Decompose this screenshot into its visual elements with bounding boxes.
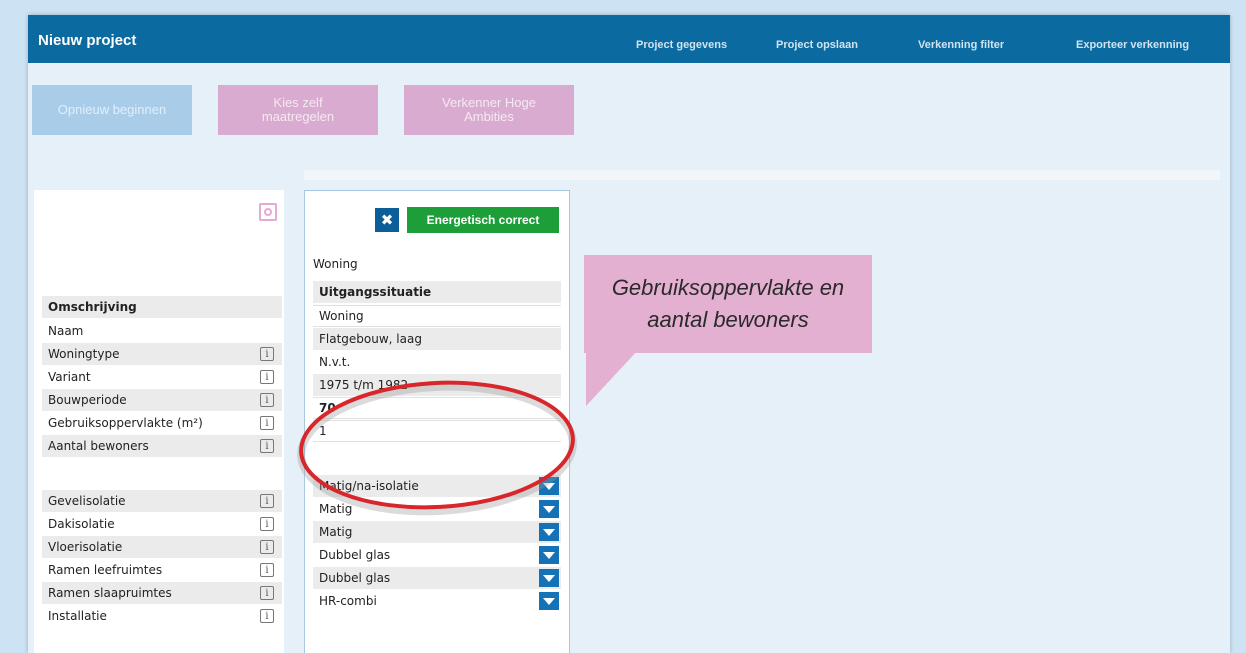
label-gevelisolatie: Gevelisolatie xyxy=(48,494,126,508)
status-badge[interactable]: Energetisch correct xyxy=(407,207,559,233)
label-ramen-slaapruimtes: Ramen slaapruimtes xyxy=(48,586,172,600)
info-icon[interactable]: i xyxy=(260,439,274,453)
label-row: Woningtype i xyxy=(42,343,282,365)
info-icon[interactable]: i xyxy=(260,517,274,531)
label-variant: Variant xyxy=(48,370,91,384)
info-icon[interactable]: i xyxy=(260,416,274,430)
select-value: Dubbel glas xyxy=(319,571,391,585)
label-row: Gevelisolatie i xyxy=(42,490,282,512)
window-title: Nieuw project xyxy=(38,32,137,49)
label-naam: Naam xyxy=(48,324,84,338)
explorer-high-ambitions-button[interactable]: Verkenner Hoge Ambities xyxy=(404,85,574,135)
select-vloerisolatie[interactable]: Matig xyxy=(313,521,561,543)
select-ramen-leefruimtes[interactable]: Dubbel glas xyxy=(313,544,561,566)
chevron-down-icon[interactable] xyxy=(539,523,559,541)
nav-project-opslaan[interactable]: Project opslaan xyxy=(776,39,858,51)
label-row: Ramen slaapruimtes i xyxy=(42,582,282,604)
select-ramen-slaapruimtes[interactable]: Dubbel glas xyxy=(313,567,561,589)
label-aantal-bewoners: Aantal bewoners xyxy=(48,439,149,453)
label-row: Vloerisolatie i xyxy=(42,536,282,558)
app-window: Nieuw project Project gegevens Project o… xyxy=(28,15,1230,653)
label-row: Bouwperiode i xyxy=(42,389,282,411)
close-icon[interactable]: ✖ xyxy=(375,208,399,232)
label-row: Naam xyxy=(42,320,282,342)
label-gebruiksoppervlakte: Gebruiksoppervlakte (m²) xyxy=(48,416,203,430)
info-icon[interactable]: i xyxy=(260,494,274,508)
label-bouwperiode: Bouwperiode xyxy=(48,393,127,407)
label-ramen-leefruimtes: Ramen leefruimtes xyxy=(48,563,163,577)
callout-text: Gebruiksoppervlakte en aantal bewoners xyxy=(611,275,845,332)
info-icon[interactable]: i xyxy=(260,347,274,361)
info-icon[interactable]: i xyxy=(260,586,274,600)
label-row: Installatie i xyxy=(42,605,282,627)
column-header: Uitgangssituatie xyxy=(313,281,561,303)
chevron-down-icon[interactable] xyxy=(539,569,559,587)
nav-verkenning-filter[interactable]: Verkenning filter xyxy=(918,39,1004,51)
label-row: Variant i xyxy=(42,366,282,388)
name-input[interactable]: Woning xyxy=(313,305,561,327)
nav-project-gegevens[interactable]: Project gegevens xyxy=(636,39,727,51)
select-installatie[interactable]: HR-combi xyxy=(313,590,561,612)
callout-box: Gebruiksoppervlakte en aantal bewoners xyxy=(584,255,872,353)
info-icon[interactable]: i xyxy=(260,393,274,407)
label-row: Dakisolatie i xyxy=(42,513,282,535)
restart-button[interactable]: Opnieuw beginnen xyxy=(32,85,192,135)
chevron-down-icon[interactable] xyxy=(539,546,559,564)
label-installatie: Installatie xyxy=(48,609,107,623)
chevron-down-icon[interactable] xyxy=(539,592,559,610)
select-value: HR-combi xyxy=(319,594,377,608)
label-header: Omschrijving xyxy=(42,296,282,318)
info-icon[interactable]: i xyxy=(260,563,274,577)
callout-tail xyxy=(586,348,640,406)
info-icon[interactable]: i xyxy=(260,370,274,384)
progress-strip xyxy=(304,170,1220,180)
choose-measures-button[interactable]: Kies zelf maatregelen xyxy=(218,85,378,135)
label-row: Gebruiksoppervlakte (m²) i xyxy=(42,412,282,434)
label-vloerisolatie: Vloerisolatie xyxy=(48,540,123,554)
label-panel: Omschrijving Naam Woningtype i Variant i… xyxy=(34,190,284,653)
choose-measures-label: Kies zelf maatregelen xyxy=(261,94,335,124)
label-woningtype: Woningtype xyxy=(48,347,120,361)
nav-exporteer-verkenning[interactable]: Exporteer verkenning xyxy=(1076,39,1189,51)
top-bar: Nieuw project Project gegevens Project o… xyxy=(28,15,1230,63)
select-value: Matig xyxy=(319,525,353,539)
info-icon[interactable]: i xyxy=(260,609,274,623)
column-title: Woning xyxy=(313,257,358,271)
value-woningtype: Flatgebouw, laag xyxy=(313,328,561,350)
label-row: Aantal bewoners i xyxy=(42,435,282,457)
label-dakisolatie: Dakisolatie xyxy=(48,517,115,531)
label-row: Ramen leefruimtes i xyxy=(42,559,282,581)
info-icon[interactable]: i xyxy=(260,540,274,554)
value-variant: N.v.t. xyxy=(319,355,351,369)
highlight-ellipse xyxy=(297,380,577,516)
explorer-high-ambitions-label: Verkenner Hoge Ambities xyxy=(442,94,536,124)
select-value: Dubbel glas xyxy=(319,548,391,562)
target-icon[interactable] xyxy=(259,203,277,221)
